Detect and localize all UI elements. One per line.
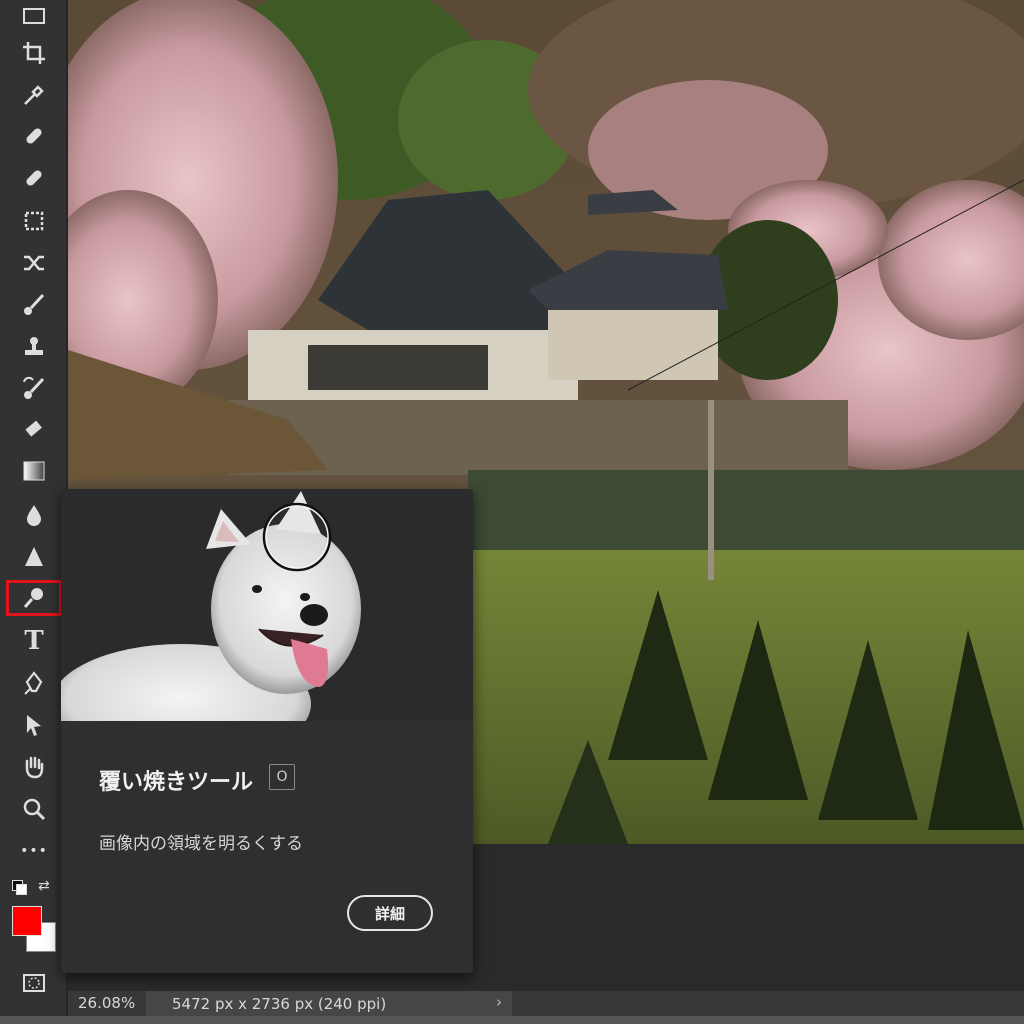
chevron-right-icon[interactable]: › — [496, 993, 502, 1011]
content-aware-move-tool-button[interactable] — [12, 246, 56, 280]
patch-tool-icon — [24, 211, 44, 231]
hand-tool-icon — [25, 756, 44, 779]
quick-mask-icon — [23, 974, 45, 992]
spot-healing-tool-icon — [26, 128, 42, 144]
content-aware-move-tool-icon — [24, 255, 44, 271]
healing-brush-tool-button[interactable] — [12, 161, 56, 195]
history-brush-tool-icon — [23, 376, 45, 399]
path-selection-tool-icon — [27, 715, 41, 736]
crop-tool-button[interactable] — [12, 36, 56, 70]
hand-tool-button[interactable] — [12, 750, 56, 784]
status-bar: 26.08% 5472 px x 2736 px (240 ppi) › — [68, 990, 1024, 1017]
quick-mask-button[interactable] — [12, 966, 56, 1000]
dodge-tool-button[interactable] — [6, 580, 62, 616]
patch-tool-button[interactable] — [12, 204, 56, 238]
brush-tool-icon — [24, 293, 45, 315]
gradient-tool-icon — [23, 461, 45, 481]
learn-more-button[interactable]: 詳細 — [347, 895, 433, 931]
zoom-tool-button[interactable] — [12, 792, 56, 826]
more-tools-icon: ••• — [20, 843, 48, 859]
healing-brush-tool-icon — [26, 170, 42, 186]
eyedropper-tool-icon — [24, 85, 44, 105]
tooltip-shortcut-key: O — [269, 764, 295, 790]
eyedropper-tool-button[interactable] — [12, 78, 56, 112]
pen-tool-icon — [24, 671, 43, 695]
dodge-tool-icon — [23, 588, 43, 608]
pen-tool-button[interactable] — [12, 666, 56, 700]
type-tool-button[interactable]: T — [12, 624, 56, 658]
default-colors-icon[interactable] — [12, 880, 27, 895]
blur-tool-button[interactable] — [12, 498, 56, 532]
marquee-tool-icon — [23, 8, 45, 24]
tooltip-title: 覆い焼きツール — [99, 770, 254, 795]
path-selection-tool-button[interactable] — [12, 708, 56, 742]
eraser-tool-icon — [25, 420, 42, 437]
gradient-tool-button[interactable] — [12, 454, 56, 488]
foreground-color-swatch[interactable] — [12, 906, 42, 936]
crop-tool-icon — [23, 42, 45, 64]
more-tools-button[interactable]: ••• — [12, 834, 56, 868]
tools-panel: T ••• ⇄ — [0, 0, 68, 1024]
blur-tool-icon — [27, 505, 41, 526]
clone-stamp-tool-button[interactable] — [12, 330, 56, 364]
sharpen-tool-icon — [25, 547, 43, 566]
marquee-tool-button[interactable] — [12, 0, 56, 34]
tooltip-description: 画像内の領域を明るくする — [99, 834, 303, 854]
type-tool-icon: T — [24, 626, 44, 656]
zoom-tool-icon — [23, 798, 46, 821]
document-info[interactable]: 5472 px x 2736 px (240 ppi) › — [146, 991, 512, 1017]
clone-stamp-tool-icon — [25, 337, 43, 355]
bottom-strip — [0, 1016, 1024, 1024]
swap-colors-icon[interactable]: ⇄ — [38, 878, 50, 894]
spot-healing-tool-button[interactable] — [12, 119, 56, 153]
eraser-tool-button[interactable] — [12, 412, 56, 446]
history-brush-tool-button[interactable] — [12, 372, 56, 406]
tooltip-preview-image — [61, 489, 473, 721]
sharpen-tool-button[interactable] — [12, 540, 56, 574]
brush-tool-button[interactable] — [12, 288, 56, 322]
tool-tooltip: 覆い焼きツール O 画像内の領域を明るくする 詳細 — [61, 489, 473, 973]
zoom-level[interactable]: 26.08% — [78, 994, 135, 1012]
document-dimensions: 5472 px x 2736 px (240 ppi) — [172, 995, 387, 1013]
